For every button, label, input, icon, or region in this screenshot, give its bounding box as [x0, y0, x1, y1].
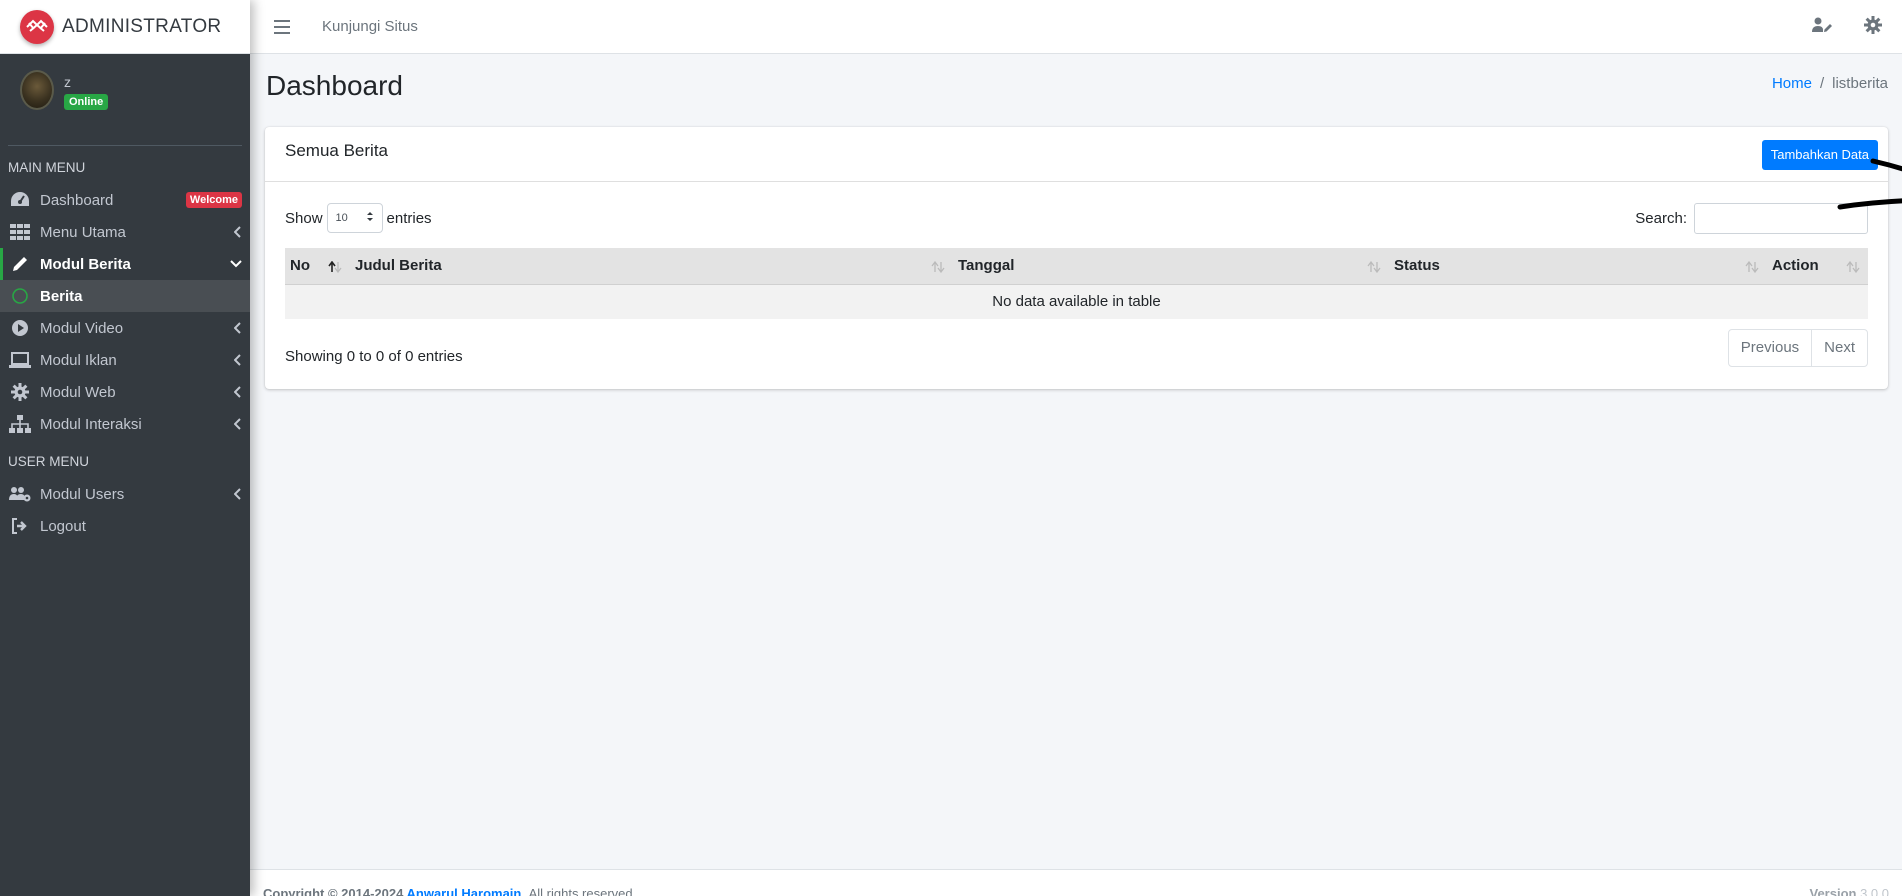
- sidebar-item-label: Logout: [40, 517, 86, 535]
- sidebar-item-modul-web[interactable]: Modul Web: [0, 376, 250, 408]
- pencil-icon: [8, 254, 32, 274]
- brand-logo-icon: [20, 9, 54, 44]
- hamburger-menu-icon[interactable]: [274, 19, 290, 34]
- column-header-action[interactable]: Action: [1767, 248, 1868, 285]
- footer-copyright: Copyright © 2014-2024 Anwarul Haromain. …: [263, 886, 636, 896]
- chevron-down-icon: [230, 248, 242, 280]
- sort-icon: [1745, 260, 1759, 277]
- column-header-no[interactable]: No: [285, 248, 350, 285]
- users-gear-icon: [8, 484, 32, 504]
- sidebar-item-label: Berita: [40, 287, 83, 305]
- brand-link[interactable]: ADMINISTRATOR: [0, 0, 250, 54]
- show-label: Show: [285, 209, 323, 227]
- breadcrumb-home-link[interactable]: Home: [1772, 75, 1812, 92]
- chevron-left-icon: [234, 312, 242, 344]
- content-wrapper: Dashboard Home / listberita Semua Berita T…: [250, 54, 1902, 869]
- circle-icon: [8, 286, 32, 306]
- sitemap-icon: [8, 414, 32, 434]
- sidebar-item-label: Modul Users: [40, 485, 125, 503]
- sidebar-item-label: Modul Interaksi: [40, 415, 142, 433]
- breadcrumb: Home / listberita: [1772, 75, 1888, 92]
- sidebar-item-menu-utama[interactable]: Menu Utama: [0, 216, 250, 248]
- sidebar-item-label: Menu Utama: [40, 223, 126, 241]
- entries-label: entries: [386, 209, 432, 227]
- sidebar: ADMINISTRATOR z Online MAIN MENU Dashboa…: [0, 0, 250, 896]
- sidebar-item-logout[interactable]: Logout: [0, 510, 250, 542]
- card-title: Semua Berita: [285, 141, 388, 160]
- table-info: Showing 0 to 0 of 0 entries: [285, 348, 463, 365]
- settings-gear-icon[interactable]: [1864, 15, 1882, 39]
- brand-title: ADMINISTRATOR: [62, 15, 222, 37]
- chevron-left-icon: [234, 408, 242, 440]
- sign-out-icon: [8, 516, 32, 536]
- next-button[interactable]: Next: [1811, 330, 1867, 366]
- grid-icon: [8, 222, 32, 242]
- sidebar-item-berita[interactable]: Berita: [0, 280, 250, 312]
- sidebar-item-label: Modul Web: [40, 383, 116, 401]
- gear-icon: [8, 382, 32, 402]
- search-control: Search:: [1635, 203, 1868, 234]
- sidebar-item-label: Dashboard: [40, 191, 114, 209]
- sort-icon: [1367, 260, 1381, 277]
- sidebar-item-modul-video[interactable]: Modul Video: [0, 312, 250, 344]
- page-title: Dashboard: [266, 70, 403, 101]
- footer-version: Version 3.0.0: [1809, 886, 1889, 896]
- sort-icon: [931, 260, 945, 277]
- empty-table-message: No data available in table: [285, 284, 1868, 319]
- breadcrumb-current: listberita: [1832, 75, 1888, 92]
- news-card: Semua Berita Tambahkan Data Show 10 entr…: [265, 127, 1888, 389]
- news-table: No Judul Berita Tanggal Status Action No…: [285, 248, 1868, 319]
- search-label: Search:: [1635, 210, 1687, 227]
- user-edit-icon[interactable]: [1812, 17, 1832, 38]
- column-header-status[interactable]: Status: [1389, 248, 1767, 285]
- table-row: No data available in table: [285, 284, 1868, 319]
- entries-length-control: Show 10 entries: [285, 203, 432, 233]
- chevron-left-icon: [234, 478, 242, 510]
- visit-site-link[interactable]: Kunjungi Situs: [322, 18, 418, 35]
- chevron-left-icon: [234, 216, 242, 248]
- sidebar-item-modul-interaksi[interactable]: Modul Interaksi: [0, 408, 250, 440]
- sidebar-item-label: Modul Video: [40, 319, 124, 337]
- gauge-icon: [8, 190, 32, 210]
- sidebar-item-label: Modul Iklan: [40, 351, 117, 369]
- nav-header-main: MAIN MENU: [8, 160, 86, 175]
- column-header-tanggal[interactable]: Tanggal: [953, 248, 1389, 285]
- user-name[interactable]: z: [64, 74, 108, 90]
- entries-select-value: 10: [335, 212, 348, 224]
- top-navbar: Kunjungi Situs: [250, 0, 1902, 54]
- sort-icon: [1846, 260, 1860, 277]
- nav-header-user: USER MENU: [8, 454, 90, 469]
- footer-author-link[interactable]: Anwarul Haromain.: [407, 886, 525, 896]
- sidebar-item-modul-iklan[interactable]: Modul Iklan: [0, 344, 250, 376]
- laptop-icon: [8, 350, 32, 370]
- chevron-left-icon: [234, 344, 242, 376]
- sidebar-item-modul-users[interactable]: Modul Users: [0, 478, 250, 510]
- chevron-left-icon: [234, 376, 242, 408]
- table-header-row: No Judul Berita Tanggal Status Action: [285, 248, 1868, 285]
- sort-asc-icon: [328, 260, 342, 277]
- previous-button[interactable]: Previous: [1729, 330, 1811, 366]
- user-panel: z Online: [8, 54, 242, 146]
- card-header: Semua Berita Tambahkan Data: [265, 127, 1888, 182]
- sidebar-item-label: Modul Berita: [40, 255, 131, 273]
- sidebar-item-dashboard[interactable]: Dashboard Welcome: [0, 184, 250, 216]
- status-badge: Online: [64, 94, 109, 110]
- add-data-button[interactable]: Tambahkan Data: [1761, 140, 1878, 170]
- search-input[interactable]: [1694, 203, 1868, 234]
- sidebar-item-modul-berita[interactable]: Modul Berita: [0, 248, 250, 280]
- sort-updown-icon: [366, 211, 374, 225]
- entries-select[interactable]: 10: [326, 203, 383, 233]
- play-icon: [8, 318, 32, 338]
- breadcrumb-separator: /: [1819, 75, 1825, 92]
- footer: Copyright © 2014-2024 Anwarul Haromain. …: [250, 869, 1902, 896]
- welcome-badge: Welcome: [185, 192, 242, 208]
- column-header-judul[interactable]: Judul Berita: [350, 248, 953, 285]
- avatar[interactable]: [20, 70, 54, 110]
- pagination: Previous Next: [1727, 329, 1868, 367]
